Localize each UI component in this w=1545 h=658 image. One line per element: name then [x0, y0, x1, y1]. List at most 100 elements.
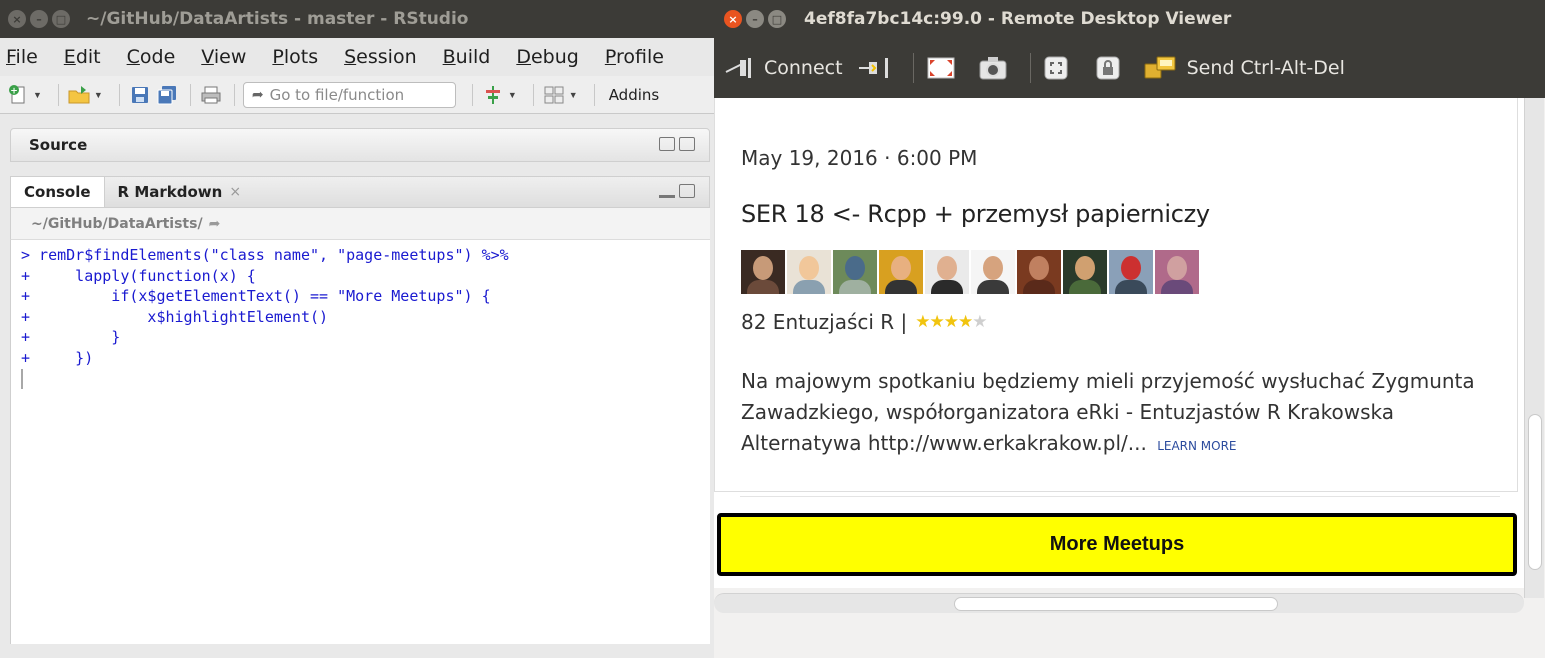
menu-mnemonic: E	[63, 46, 76, 68]
menu-mnemonic: C	[126, 46, 140, 68]
event-title[interactable]: SER 18 <- Rcpp + przemysł papierniczy	[741, 200, 1210, 228]
menu-bar: File Edit Code View Plots Session Build Debug Pr…	[0, 38, 714, 76]
menu-label-rest: iew	[213, 46, 247, 68]
menu-debug[interactable]: Debug	[516, 46, 579, 68]
console-line: + })	[21, 348, 94, 367]
console-line: + }	[21, 328, 121, 346]
close-tab-icon[interactable]: ×	[229, 184, 241, 200]
vertical-scrollbar[interactable]	[1524, 98, 1544, 598]
avatar[interactable]	[1109, 250, 1153, 294]
avatar[interactable]	[787, 250, 831, 294]
minimize-icon[interactable]: –	[30, 10, 48, 28]
horizontal-scroll-thumb[interactable]	[954, 597, 1278, 611]
minimize-icon[interactable]: –	[746, 10, 764, 28]
avatar[interactable]	[879, 250, 923, 294]
menu-mnemonic: B	[442, 46, 456, 68]
members-count[interactable]: 82 Entuzjaści R |	[741, 310, 907, 334]
print-icon[interactable]	[199, 83, 223, 107]
chevron-down-icon[interactable]: ▼	[33, 90, 42, 100]
scale-icon[interactable]	[1043, 53, 1069, 83]
star-icon: ★	[943, 312, 959, 332]
remote-display[interactable]: May 19, 2016 · 6:00 PM SER 18 <- Rcpp + …	[714, 98, 1545, 658]
vertical-scroll-thumb[interactable]	[1528, 414, 1542, 570]
description-text: Na majowym spotkaniu będziemy mieli przy…	[741, 369, 1475, 455]
menu-file[interactable]: File	[6, 46, 38, 68]
avatar[interactable]	[1063, 250, 1107, 294]
console-output[interactable]: > remDr$findElements("class name", "page…	[10, 240, 710, 644]
console-path-text: ~/GitHub/DataArtists/	[31, 215, 203, 232]
event-card[interactable]: May 19, 2016 · 6:00 PM SER 18 <- Rcpp + …	[714, 98, 1518, 492]
svg-text:+: +	[10, 86, 18, 96]
console-tabbar: Console R Markdown ×	[10, 176, 710, 208]
connect-icon[interactable]	[724, 53, 754, 83]
screenshot-icon[interactable]	[978, 53, 1008, 83]
goto-file-input[interactable]: ➦ Go to file/function	[242, 81, 456, 108]
menu-mnemonic: D	[516, 46, 531, 68]
menu-label-rest: dit	[75, 46, 101, 68]
star-icon: ★	[929, 312, 945, 332]
tab-console-label: Console	[24, 183, 91, 201]
rstudio-window: × – □ ~/GitHub/DataArtists - master - RS…	[0, 0, 714, 658]
event-description: Na majowym spotkaniu będziemy mieli przy…	[741, 366, 1501, 462]
source-pane-header[interactable]: Source	[10, 128, 710, 162]
learn-more-link[interactable]: LEARN MORE	[1157, 439, 1236, 453]
menu-label-rest: ebug	[530, 46, 579, 68]
chevron-down-icon[interactable]: ▼	[508, 90, 517, 100]
save-all-icon[interactable]	[155, 83, 179, 107]
tab-console[interactable]: Console	[11, 177, 105, 207]
connect-button[interactable]: Connect	[764, 57, 843, 79]
avatar[interactable]	[833, 250, 877, 294]
keyboard-icon[interactable]	[1143, 53, 1177, 83]
close-icon[interactable]: ×	[8, 10, 26, 28]
restore-pane-icon[interactable]	[659, 137, 675, 151]
window-title: ~/GitHub/DataArtists - master - RStudio	[86, 9, 469, 29]
goto-arrow-icon: ➦	[251, 86, 264, 103]
console-working-dir: ~/GitHub/DataArtists/ ➦	[10, 208, 710, 240]
close-icon[interactable]: ×	[724, 10, 742, 28]
save-icon[interactable]	[128, 83, 152, 107]
tab-r-markdown[interactable]: R Markdown ×	[105, 177, 255, 207]
rstudio-toolbar: + ▼ ▼ ➦ Go to file/function ▼ ▼ Addins	[0, 76, 714, 114]
avatar[interactable]	[1017, 250, 1061, 294]
go-to-dir-icon[interactable]: ➦	[209, 216, 221, 232]
fullscreen-icon[interactable]	[926, 53, 956, 83]
maximize-pane-icon[interactable]	[679, 184, 695, 198]
rstudio-titlebar: × – □ ~/GitHub/DataArtists - master - RS…	[0, 0, 714, 38]
source-pane-title: Source	[29, 136, 88, 154]
maximize-pane-icon[interactable]	[679, 137, 695, 151]
maximize-icon[interactable]: □	[52, 10, 70, 28]
menu-edit[interactable]: Edit	[64, 46, 101, 68]
more-meetups-button[interactable]: More Meetups	[717, 513, 1517, 576]
avatar[interactable]	[925, 250, 969, 294]
git-icon[interactable]	[481, 83, 505, 107]
avatar[interactable]	[1155, 250, 1199, 294]
send-ctrl-alt-del-button[interactable]: Send Ctrl-Alt-Del	[1187, 57, 1345, 79]
console-cursor-line[interactable]	[21, 368, 710, 389]
console-line: + if(x$getElementText() == "More Meetups…	[21, 287, 491, 305]
avatar[interactable]	[971, 250, 1015, 294]
menu-plots[interactable]: Plots	[272, 46, 318, 68]
menu-code[interactable]: Code	[127, 46, 176, 68]
chevron-down-icon[interactable]: ▼	[569, 90, 578, 100]
grid-icon[interactable]	[542, 83, 566, 107]
open-folder-icon[interactable]	[67, 83, 91, 107]
avatar[interactable]	[741, 250, 785, 294]
horizontal-scrollbar[interactable]	[714, 593, 1524, 613]
desktop: × – □ ~/GitHub/DataArtists - master - RS…	[0, 0, 1545, 658]
menu-build[interactable]: Build	[443, 46, 491, 68]
menu-label-rest: uild	[455, 46, 491, 68]
maximize-icon[interactable]: □	[768, 10, 786, 28]
window-title: 4ef8fa7bc14c:99.0 - Remote Desktop Viewe…	[804, 9, 1232, 29]
new-file-icon[interactable]: +	[6, 83, 30, 107]
plug-icon[interactable]	[857, 53, 891, 83]
menu-view[interactable]: View	[201, 46, 246, 68]
goto-file-placeholder: Go to file/function	[269, 85, 405, 104]
menu-label-rest: rofile	[615, 46, 664, 68]
rating-stars: ★★★★★	[915, 312, 987, 332]
chevron-down-icon[interactable]: ▼	[94, 90, 103, 100]
lock-icon[interactable]	[1095, 53, 1121, 83]
addins-menu[interactable]: Addins	[609, 86, 660, 104]
menu-profile[interactable]: Profile	[605, 46, 664, 68]
menu-session[interactable]: Session	[344, 46, 417, 68]
minimize-pane-icon[interactable]	[659, 192, 675, 198]
